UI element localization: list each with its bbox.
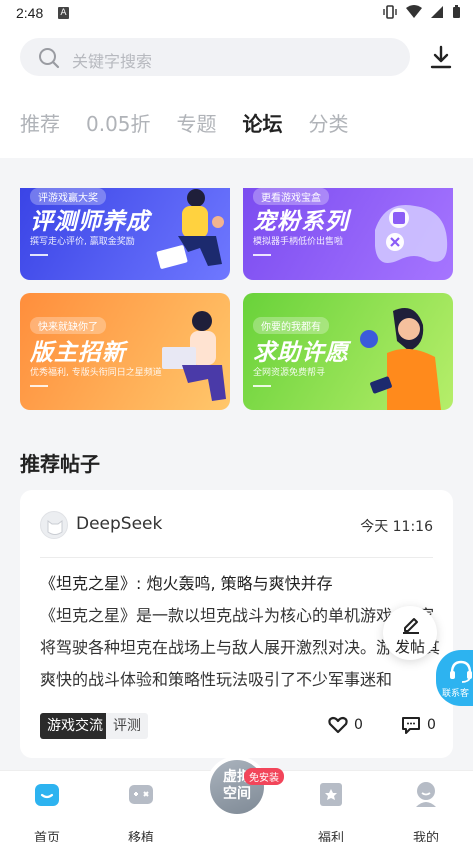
wifi-icon: [406, 5, 422, 18]
heart-icon: [328, 716, 348, 734]
gamepad-illustration: [375, 205, 448, 263]
banner-title: 评测师养成: [30, 209, 150, 235]
gift-book-icon: [320, 783, 342, 806]
banner-divider: [30, 254, 48, 256]
gamepad-icon: [129, 785, 153, 804]
cat-avatar-icon: [47, 520, 63, 535]
nav-port-label: 移植: [127, 831, 154, 842]
avatar[interactable]: [40, 511, 68, 539]
create-post-button[interactable]: 发帖: [383, 606, 437, 660]
nav-port[interactable]: 移植: [111, 779, 171, 842]
signal-icon: [431, 6, 443, 18]
create-post-label: 发帖: [394, 638, 425, 656]
banner-divider: [253, 385, 271, 387]
banner-title: 版主招新: [30, 340, 126, 366]
post-tag-review[interactable]: 评测: [106, 713, 148, 739]
section-title: 推荐帖子: [20, 452, 100, 476]
banner-reviewer[interactable]: 评游戏赢大奖 评测师养成 撰写走心评价, 赢取金奖励: [20, 188, 230, 280]
banner-subtitle: 优秀福利, 专版头衔同日之星频道: [30, 368, 162, 378]
phone-person-illustration: [360, 308, 441, 410]
status-time: 2:48: [16, 5, 44, 21]
banner-moderator-recruit[interactable]: 快来就缺你了 版主招新 优秀福利, 专版头衔同日之星频道: [20, 293, 230, 410]
banner-subtitle: 模拟器手柄低价出售啦: [253, 237, 344, 247]
status-icons: [382, 5, 461, 19]
search-bar[interactable]: 关键字搜索: [20, 38, 410, 76]
category-tabs: 推荐 0.05折 专题 论坛 分类: [20, 108, 375, 137]
download-icon[interactable]: [428, 44, 454, 70]
banner-subtitle: 全网资源免费帮寻: [253, 368, 326, 378]
nav-welfare[interactable]: 福利: [301, 779, 361, 842]
battery-icon: [453, 5, 460, 18]
banner-title: 宠粉系列: [253, 209, 349, 235]
post-divider: [40, 557, 433, 558]
post-tag-game-talk[interactable]: 游戏交流: [40, 713, 110, 739]
post-author[interactable]: DeepSeek: [76, 514, 162, 534]
nav-profile-label: 我的: [412, 831, 439, 842]
banner-tag: 你要的我都有: [253, 317, 329, 334]
customer-service-button[interactable]: 联系客: [436, 650, 473, 706]
notification-a-icon: A: [58, 7, 69, 19]
banner-divider: [30, 385, 48, 387]
tab-discount[interactable]: 0.05折: [86, 108, 151, 137]
customer-service-label: 联系客: [442, 689, 470, 699]
no-install-badge: 免安装: [244, 768, 284, 785]
comment-count: 0: [427, 717, 436, 733]
like-button[interactable]: 0: [328, 716, 363, 734]
laptop-person-illustration: [162, 311, 226, 401]
nav-home[interactable]: 首页: [17, 779, 77, 842]
banner-title: 求助许愿: [253, 340, 349, 366]
post-body[interactable]: 《坦克之星》是一款以坦克战斗为核心的单机游戏, 玩家将驾驶各种坦克在战场上与敌人…: [40, 600, 440, 696]
virtual-space-button[interactable]: 虚拟空间 免安装: [206, 756, 284, 818]
nav-welfare-label: 福利: [317, 831, 344, 842]
edit-icon: [403, 618, 419, 634]
post-title[interactable]: 《坦克之星》: 炮火轰鸣, 策略与爽快并存: [40, 570, 333, 594]
banner-fan-series[interactable]: 更看游戏宝盒 宠粉系列 模拟器手柄低价出售啦: [243, 188, 453, 280]
nav-profile[interactable]: 我的: [396, 779, 456, 842]
comment-icon: [402, 717, 420, 734]
tab-recommend[interactable]: 推荐: [20, 108, 60, 137]
banner-tag: 快来就缺你了: [30, 317, 106, 334]
like-count: 0: [354, 717, 363, 733]
banner-help-wish[interactable]: 你要的我都有 求助许愿 全网资源免费帮寻: [243, 293, 453, 410]
banner-divider: [253, 254, 271, 256]
nav-home-label: 首页: [33, 831, 60, 842]
tab-forum[interactable]: 论坛: [243, 108, 283, 137]
profile-icon: [416, 782, 436, 807]
post-time: 今天 11:16: [360, 519, 433, 535]
comment-button[interactable]: 0: [401, 716, 436, 734]
tab-categories[interactable]: 分类: [309, 108, 349, 137]
status-bar: 2:48 A: [0, 0, 473, 28]
search-icon: [39, 48, 60, 69]
home-icon: [35, 784, 59, 806]
search-placeholder: 关键字搜索: [72, 52, 153, 71]
vibrate-icon: [383, 5, 397, 19]
reading-person-illustration: [156, 189, 224, 269]
banner-subtitle: 撰写走心评价, 赢取金奖励: [30, 237, 135, 247]
tab-topics[interactable]: 专题: [177, 108, 217, 137]
headset-icon: [450, 660, 472, 683]
